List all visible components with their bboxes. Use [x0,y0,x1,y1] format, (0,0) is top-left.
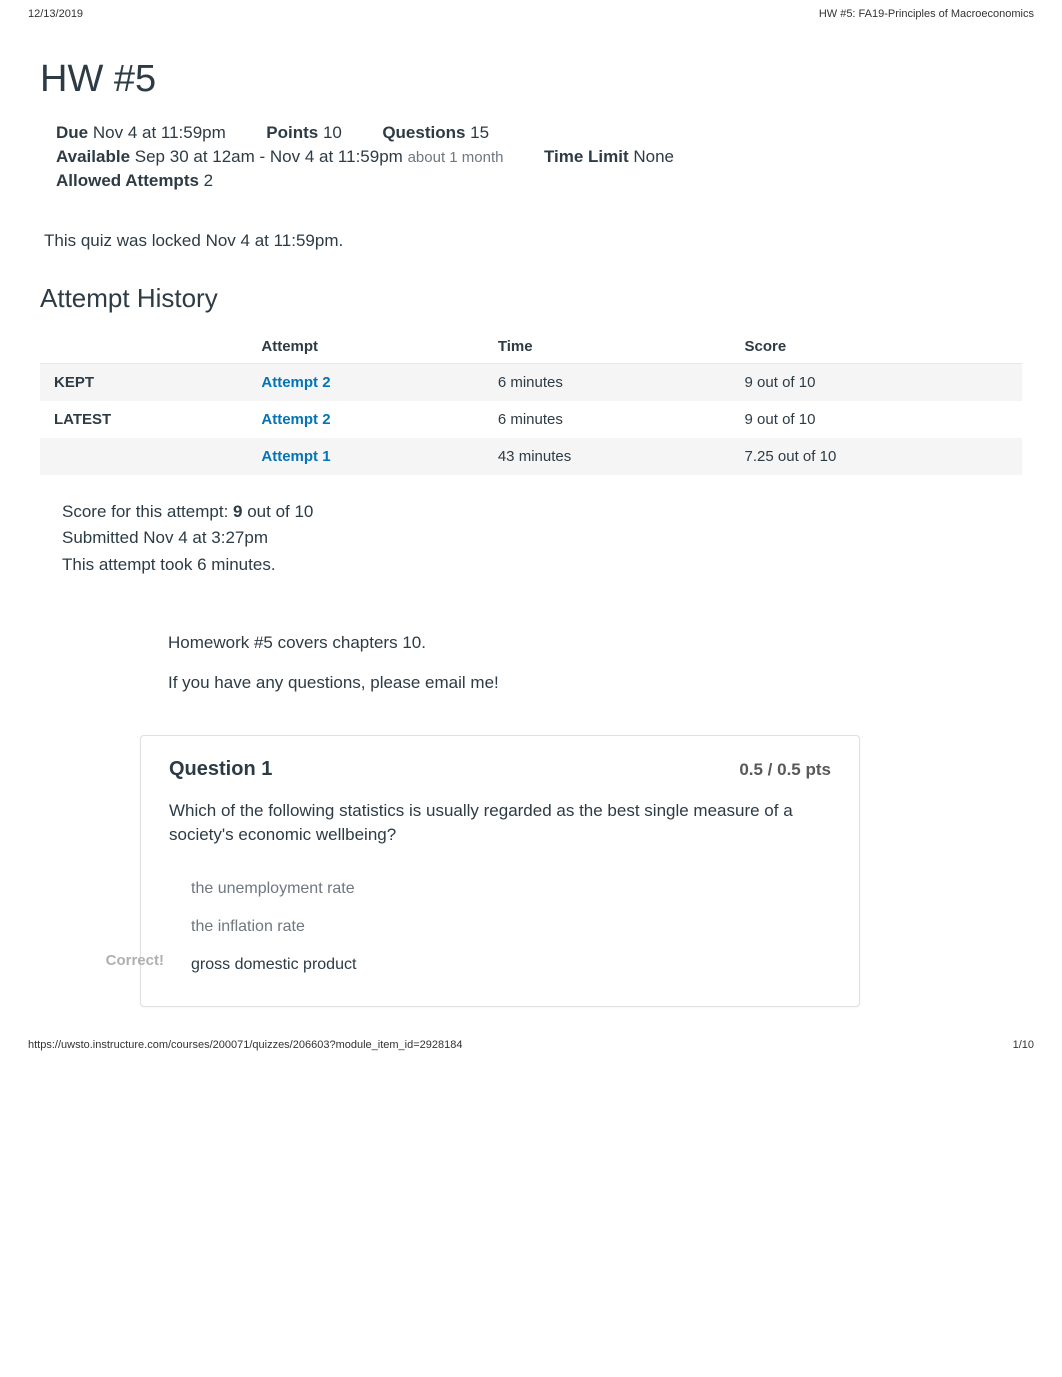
answer-text: gross domestic product [169,946,831,984]
score-suffix: out of 10 [242,502,313,521]
meta-questions-value: 15 [470,123,489,142]
meta-allowed: Allowed Attempts 2 [56,171,213,191]
col-attempt: Attempt [247,330,483,364]
meta-allowed-label: Allowed Attempts [56,171,199,190]
answer-option: the inflation rate [169,908,831,946]
print-title: HW #5: FA19-Principles of Macroeconomics [819,8,1034,20]
attempt-history-title: Attempt History [40,283,1022,314]
col-time: Time [484,330,731,364]
instructions-line: Homework #5 covers chapters 10. [168,630,832,656]
status-cell [40,438,247,475]
meta-points: Points 10 [266,123,342,143]
answer-text: the unemployment rate [169,870,831,908]
meta-timelimit-value: None [633,147,674,166]
time-cell: 6 minutes [484,364,731,402]
meta-available: Available Sep 30 at 12am - Nov 4 at 11:5… [56,147,503,167]
submitted-at: Submitted Nov 4 at 3:27pm [62,525,1022,551]
quiz-meta: Due Nov 4 at 11:59pm Points 10 Questions… [40,115,1022,209]
page-number: 1/10 [1013,1039,1034,1051]
meta-available-label: Available [56,147,130,166]
question-prompt: Which of the following statistics is usu… [169,799,831,848]
meta-allowed-value: 2 [204,171,213,190]
attempt-link[interactable]: Attempt 2 [261,374,330,391]
time-cell: 43 minutes [484,438,731,475]
col-score: Score [731,330,1022,364]
footer-url: https://uwsto.instructure.com/courses/20… [28,1039,462,1051]
question-card: Question 1 0.5 / 0.5 pts Which of the fo… [140,735,860,1007]
meta-due: Due Nov 4 at 11:59pm [56,123,226,143]
print-footer: https://uwsto.instructure.com/courses/20… [28,1039,1034,1051]
instructions-card: Homework #5 covers chapters 10. If you h… [140,604,860,705]
attempt-link[interactable]: Attempt 1 [261,448,330,465]
meta-timelimit-label: Time Limit [544,147,629,166]
meta-available-value: Sep 30 at 12am - Nov 4 at 11:59pm [135,147,403,166]
score-prefix: Score for this attempt: [62,502,233,521]
meta-timelimit: Time Limit None [544,147,674,167]
score-cell: 9 out of 10 [731,401,1022,438]
answer-option: the unemployment rate [169,870,831,908]
page-title: HW #5 [40,58,1022,101]
table-row: KEPT Attempt 2 6 minutes 9 out of 10 [40,364,1022,402]
attempt-link[interactable]: Attempt 2 [261,411,330,428]
answer-option: Correct! gross domestic product [169,946,831,984]
instructions-line: If you have any questions, please email … [168,670,832,696]
table-row: Attempt 1 43 minutes 7.25 out of 10 [40,438,1022,475]
question-title: Question 1 [169,758,272,781]
meta-available-suffix: about 1 month [408,149,504,166]
attempt-duration: This attempt took 6 minutes. [62,552,1022,578]
meta-points-value: 10 [323,123,342,142]
meta-questions: Questions 15 [382,123,489,143]
correct-label: Correct! [69,952,164,969]
answer-text: the inflation rate [169,908,831,946]
print-date: 12/13/2019 [28,8,83,20]
score-cell: 9 out of 10 [731,364,1022,402]
print-header: 12/13/2019 HW #5: FA19-Principles of Mac… [28,8,1034,20]
quiz-locked-text: This quiz was locked Nov 4 at 11:59pm. [40,231,1022,251]
status-cell: LATEST [40,401,247,438]
col-status [40,330,247,364]
meta-due-label: Due [56,123,88,142]
question-points: 0.5 / 0.5 pts [739,760,831,780]
meta-questions-label: Questions [382,123,465,142]
table-row: LATEST Attempt 2 6 minutes 9 out of 10 [40,401,1022,438]
attempt-history-table: Attempt Time Score KEPT Attempt 2 6 minu… [40,330,1022,475]
score-cell: 7.25 out of 10 [731,438,1022,475]
time-cell: 6 minutes [484,401,731,438]
status-cell: KEPT [40,364,247,402]
meta-points-label: Points [266,123,318,142]
meta-due-value: Nov 4 at 11:59pm [93,123,226,142]
score-summary: Score for this attempt: 9 out of 10 Subm… [40,499,1022,578]
